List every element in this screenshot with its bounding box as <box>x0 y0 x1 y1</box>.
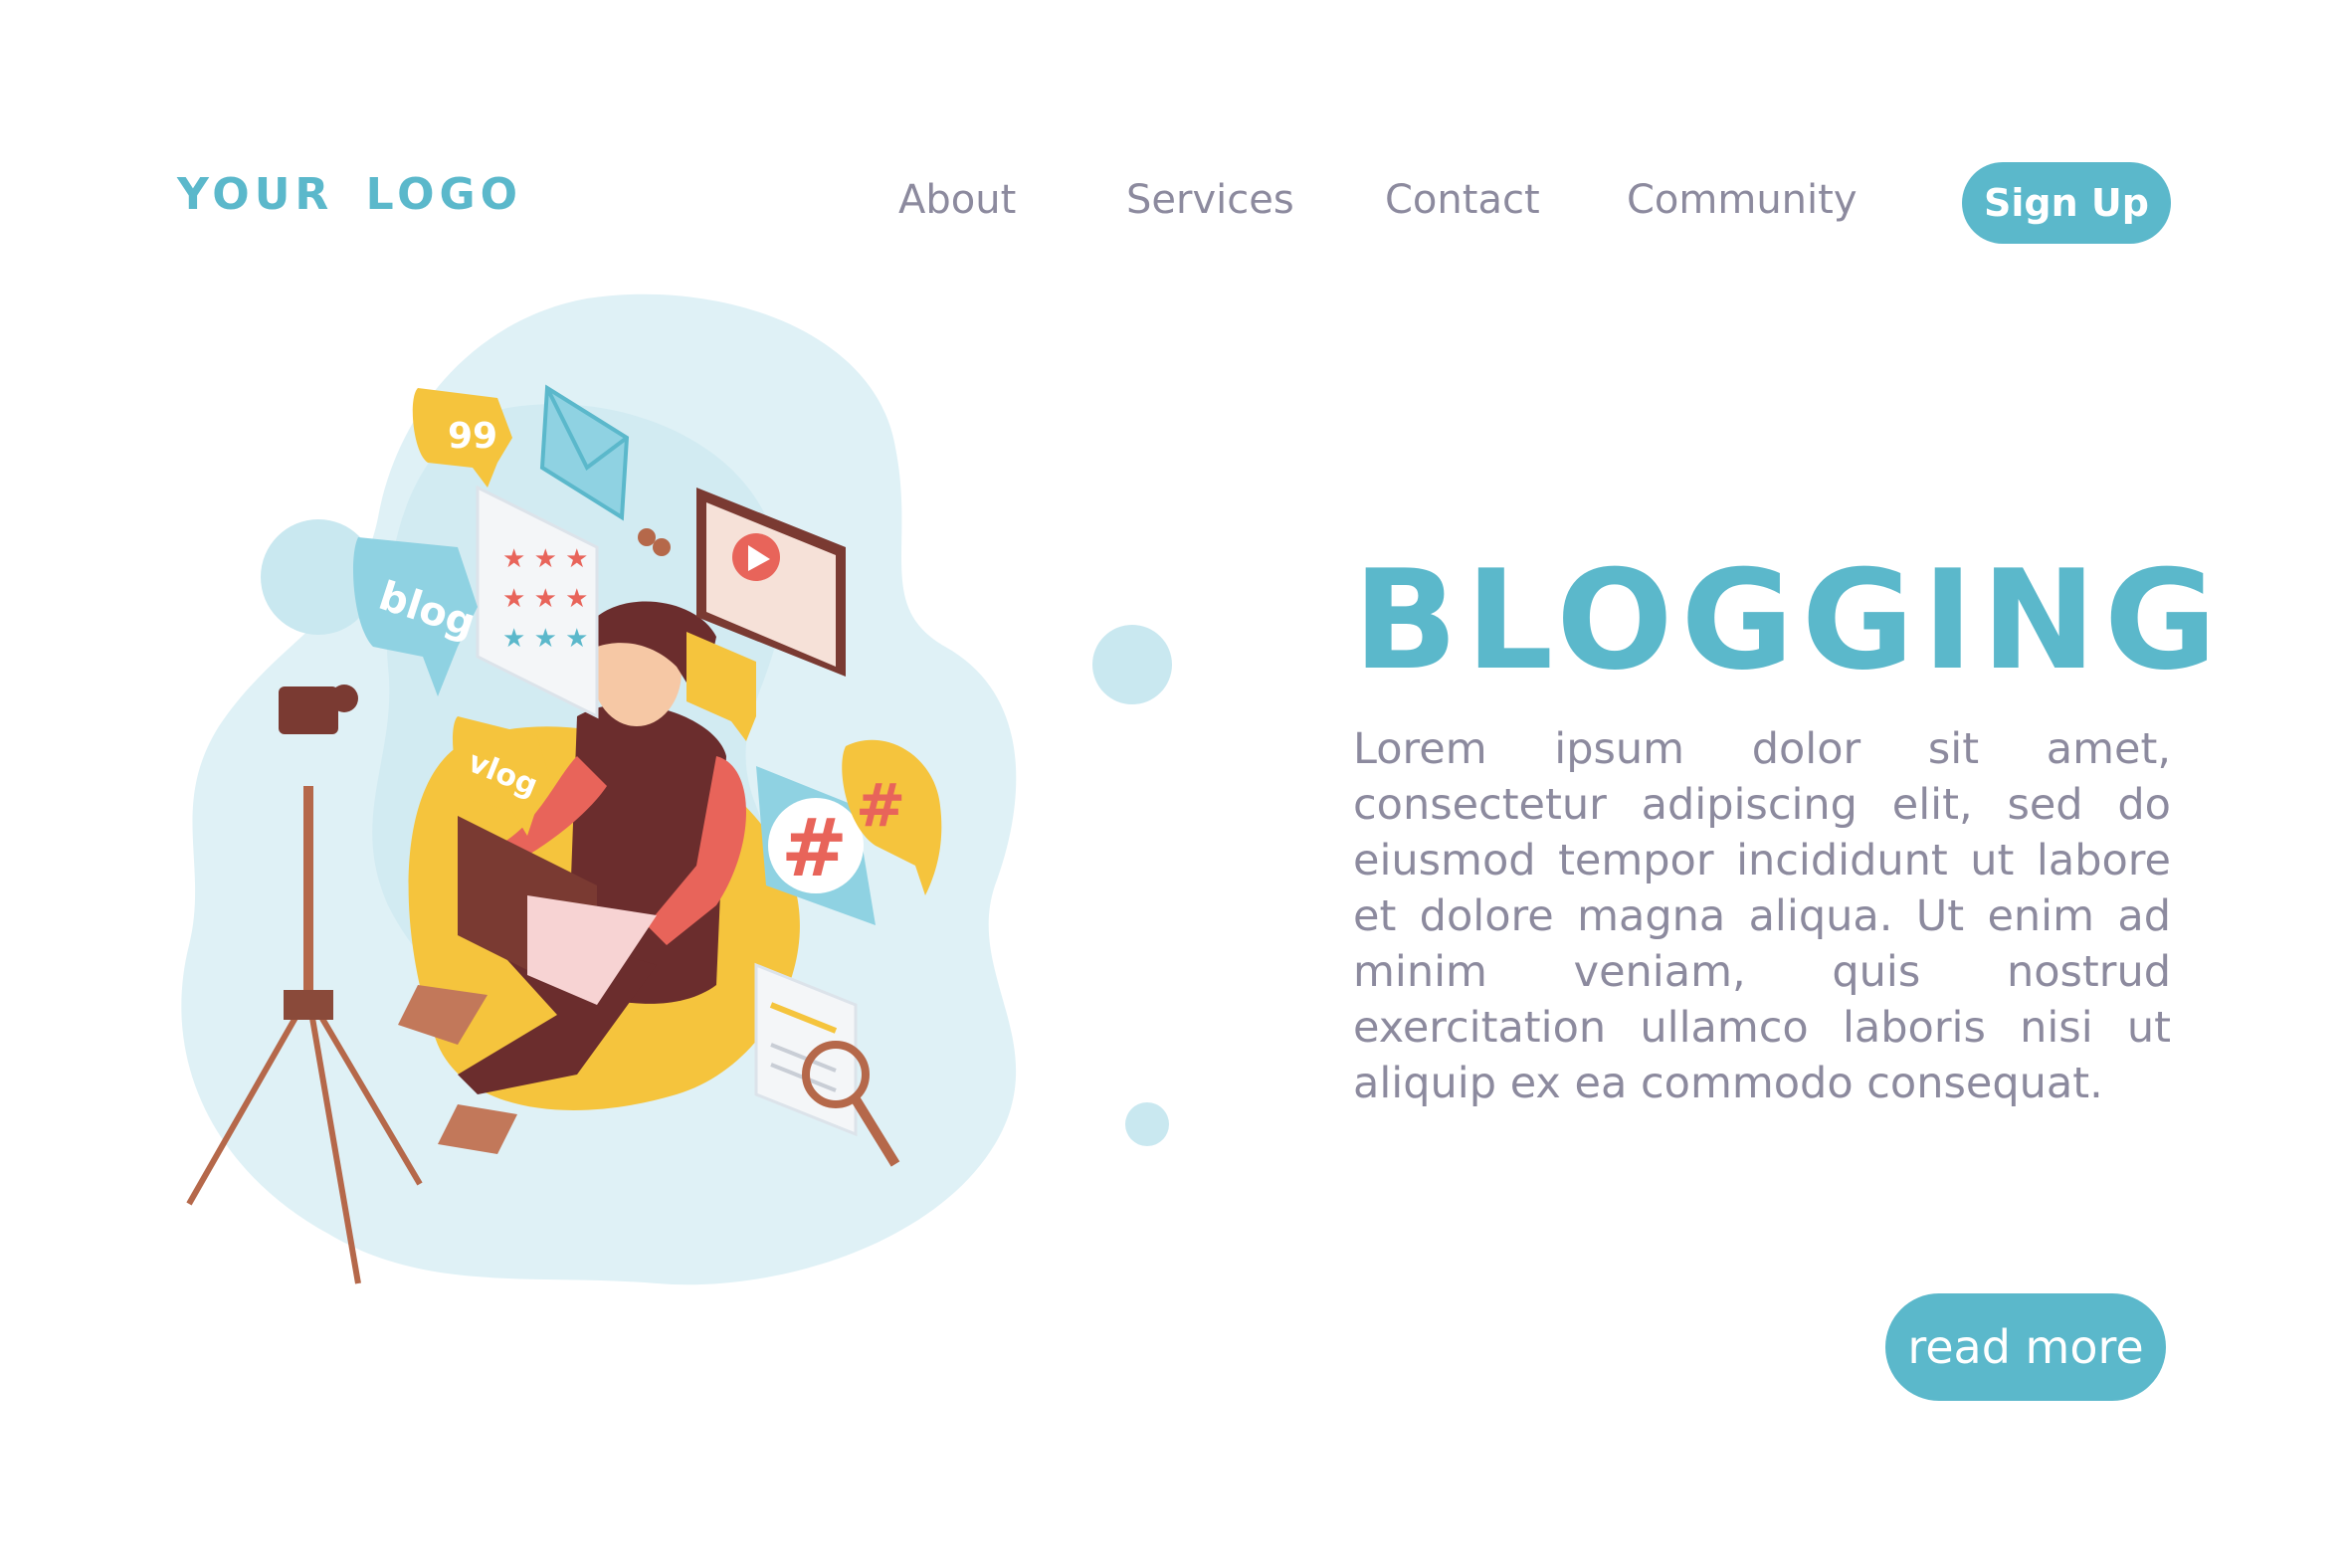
blogger-illustration: 99 ★ ★ ★ ★ ★ ★ ★ ★ ★ blog vlog # # <box>181 294 1172 1285</box>
nav-contact[interactable]: Contact <box>1385 177 1540 223</box>
svg-text:★ ★ ★: ★ ★ ★ <box>502 624 588 654</box>
hero-description: Lorem ipsum dolor sit amet, consectetur … <box>1353 724 2171 1108</box>
decor-circle <box>1092 625 1172 704</box>
hashtag-text: # <box>781 802 848 894</box>
nav-services[interactable]: Services <box>1126 177 1294 223</box>
nav-community[interactable]: Community <box>1627 177 1858 223</box>
quote-text: 99 <box>448 416 497 457</box>
svg-text:★ ★ ★: ★ ★ ★ <box>502 544 588 574</box>
hero-title: BLOGGING <box>1353 540 2226 700</box>
nav-about[interactable]: About <box>898 177 1016 223</box>
svg-text:#: # <box>856 771 905 841</box>
logo[interactable]: YOUR LOGO <box>177 169 522 220</box>
read-more-button[interactable]: read more <box>1885 1293 2166 1401</box>
svg-text:★ ★ ★: ★ ★ ★ <box>502 584 588 614</box>
signup-button[interactable]: Sign Up <box>1962 162 2171 244</box>
decor-circle <box>1125 1102 1169 1146</box>
